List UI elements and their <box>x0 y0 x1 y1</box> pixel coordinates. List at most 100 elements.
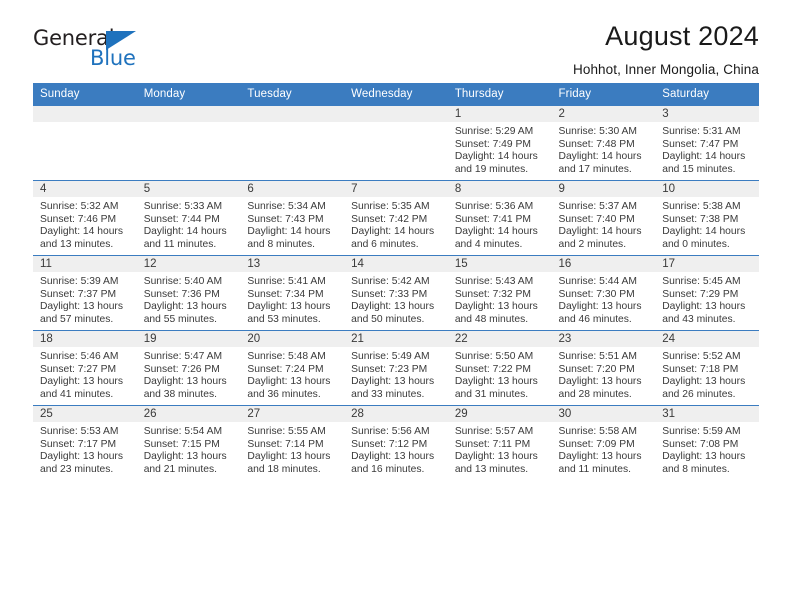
sunrise-text: Sunrise: 5:44 AM <box>558 276 637 287</box>
daylight-text-line2: and 26 minutes. <box>662 388 736 400</box>
calendar-day-cell[interactable]: 15 Sunrise: 5:43 AM Sunset: 7:32 PM Dayligh… <box>447 255 552 331</box>
day-details: Sunrise: 5:43 AM Sunset: 7:32 PM Daylight:… <box>448 272 552 326</box>
calendar-day-cell[interactable]: 7 Sunrise: 5:35 AM Sunset: 7:42 PM Daylight… <box>344 180 448 256</box>
sunset-text: Sunset: 7:08 PM <box>662 438 739 450</box>
daylight-text-line1: Daylight: 13 hours <box>247 451 331 463</box>
calendar-day-cell[interactable]: 25 Sunrise: 5:53 AM Sunset: 7:17 PM Dayligh… <box>33 405 137 480</box>
daylight-text-line1: Daylight: 14 hours <box>454 151 538 163</box>
calendar-page: General Blue August 2024 Hohhot, Inner M… <box>0 0 792 612</box>
sunset-text: Sunset: 7:20 PM <box>558 363 635 375</box>
calendar-week-row: 18 Sunrise: 5:46 AM Sunset: 7:27 PM Dayligh… <box>33 330 759 406</box>
calendar-day-cell[interactable]: 31 Sunrise: 5:59 AM Sunset: 7:08 PM Dayligh… <box>655 405 759 480</box>
day-details: Sunrise: 5:34 AM Sunset: 7:43 PM Daylight:… <box>240 197 344 251</box>
daylight-text-line2: and 55 minutes. <box>143 313 217 325</box>
calendar-day-cell[interactable]: 11 Sunrise: 5:39 AM Sunset: 7:37 PM Dayligh… <box>33 255 137 331</box>
day-details: Sunrise: 5:54 AM Sunset: 7:15 PM Daylight:… <box>137 422 241 476</box>
calendar-cell-empty <box>136 105 241 181</box>
calendar-day-cell[interactable]: 1 Sunrise: 5:29 AM Sunset: 7:49 PM Daylight… <box>447 105 552 181</box>
sunrise-text: Sunrise: 5:30 AM <box>558 126 637 137</box>
calendar-day-cell[interactable]: 10 Sunrise: 5:38 AM Sunset: 7:38 PM Dayligh… <box>655 180 759 256</box>
sunrise-text: Sunrise: 5:49 AM <box>351 351 430 362</box>
sunrise-text: Sunrise: 5:52 AM <box>662 351 741 362</box>
calendar-day-cell[interactable]: 22 Sunrise: 5:50 AM Sunset: 7:22 PM Dayligh… <box>447 330 552 406</box>
daylight-text-line1: Daylight: 13 hours <box>662 376 746 388</box>
calendar-day-cell[interactable]: 9 Sunrise: 5:37 AM Sunset: 7:40 PM Daylight… <box>551 180 656 256</box>
daylight-text-line1: Daylight: 13 hours <box>558 301 642 313</box>
sunrise-text: Sunrise: 5:39 AM <box>40 276 119 287</box>
day-number: 1 <box>447 106 552 122</box>
calendar-table: Sunday Monday Tuesday Wednesday Thursday Frid… <box>33 83 759 480</box>
calendar-day-cell[interactable]: 3 Sunrise: 5:31 AM Sunset: 7:47 PM Daylight… <box>655 105 759 181</box>
daylight-text-line1: Daylight: 14 hours <box>454 226 538 238</box>
day-details: Sunrise: 5:51 AM Sunset: 7:20 PM Daylight:… <box>552 347 656 401</box>
daylight-text-line2: and 33 minutes. <box>351 388 425 400</box>
calendar-body: 1 Sunrise: 5:29 AM Sunset: 7:49 PM Daylight… <box>33 105 759 480</box>
sunset-text: Sunset: 7:41 PM <box>454 213 531 225</box>
calendar-day-cell[interactable]: 24 Sunrise: 5:52 AM Sunset: 7:18 PM Dayligh… <box>655 330 759 406</box>
calendar-day-cell[interactable]: 2 Sunrise: 5:30 AM Sunset: 7:48 PM Daylight… <box>551 105 656 181</box>
sunrise-text: Sunrise: 5:29 AM <box>454 126 534 137</box>
weekday-header-tuesday: Tuesday <box>240 83 345 106</box>
day-number: 3 <box>655 106 759 122</box>
weekday-header-monday: Monday <box>136 83 241 106</box>
daylight-text-line2: and 16 minutes. <box>351 463 425 475</box>
sunrise-text: Sunrise: 5:42 AM <box>351 276 430 287</box>
sunset-text: Sunset: 7:17 PM <box>40 438 117 450</box>
sunset-text: Sunset: 7:18 PM <box>662 363 739 375</box>
daylight-text-line2: and 8 minutes. <box>662 463 730 475</box>
sunrise-text: Sunrise: 5:37 AM <box>558 201 637 212</box>
calendar-day-cell[interactable]: 19 Sunrise: 5:47 AM Sunset: 7:26 PM Dayligh… <box>136 330 241 406</box>
calendar-day-cell[interactable]: 16 Sunrise: 5:44 AM Sunset: 7:30 PM Dayligh… <box>551 255 656 331</box>
weekday-header-sunday: Sunday <box>33 83 137 106</box>
sunset-text: Sunset: 7:33 PM <box>351 288 428 300</box>
sunset-text: Sunset: 7:47 PM <box>662 138 739 150</box>
daylight-text-line1: Daylight: 13 hours <box>143 451 227 463</box>
sunset-text: Sunset: 7:26 PM <box>143 363 220 375</box>
daylight-text-line1: Daylight: 13 hours <box>143 376 227 388</box>
sunrise-text: Sunrise: 5:31 AM <box>662 126 741 137</box>
daylight-text-line1: Daylight: 14 hours <box>40 226 123 238</box>
calendar-day-cell[interactable]: 4 Sunrise: 5:32 AM Sunset: 7:46 PM Daylight… <box>33 180 137 256</box>
sunset-text: Sunset: 7:32 PM <box>454 288 531 300</box>
day-number: 23 <box>551 331 656 347</box>
day-details: Sunrise: 5:38 AM Sunset: 7:38 PM Daylight:… <box>655 197 759 251</box>
day-details: Sunrise: 5:52 AM Sunset: 7:18 PM Daylight:… <box>655 347 759 401</box>
sunrise-text: Sunrise: 5:53 AM <box>40 426 119 437</box>
weekday-header-wednesday: Wednesday <box>344 83 448 106</box>
calendar-day-cell[interactable]: 27 Sunrise: 5:55 AM Sunset: 7:14 PM Dayligh… <box>240 405 345 480</box>
title-block: August 2024 Hohhot, Inner Mongolia, Chin… <box>573 21 759 76</box>
calendar-day-cell[interactable]: 29 Sunrise: 5:57 AM Sunset: 7:11 PM Dayligh… <box>447 405 552 480</box>
day-number-strip <box>33 106 137 122</box>
calendar-day-cell[interactable]: 18 Sunrise: 5:46 AM Sunset: 7:27 PM Dayligh… <box>33 330 137 406</box>
calendar-day-cell[interactable]: 5 Sunrise: 5:33 AM Sunset: 7:44 PM Daylight… <box>136 180 241 256</box>
calendar-day-cell[interactable]: 30 Sunrise: 5:58 AM Sunset: 7:09 PM Dayligh… <box>551 405 656 480</box>
calendar-day-cell[interactable]: 20 Sunrise: 5:48 AM Sunset: 7:24 PM Dayligh… <box>240 330 345 406</box>
day-details: Sunrise: 5:32 AM Sunset: 7:46 PM Daylight:… <box>33 197 137 251</box>
sunrise-text: Sunrise: 5:45 AM <box>662 276 741 287</box>
day-details: Sunrise: 5:41 AM Sunset: 7:34 PM Daylight:… <box>240 272 344 326</box>
calendar-day-cell[interactable]: 8 Sunrise: 5:36 AM Sunset: 7:41 PM Daylight… <box>447 180 552 256</box>
sunrise-text: Sunrise: 5:46 AM <box>40 351 119 362</box>
calendar-day-cell[interactable]: 26 Sunrise: 5:54 AM Sunset: 7:15 PM Dayligh… <box>136 405 241 480</box>
daylight-text-line1: Daylight: 13 hours <box>40 451 123 463</box>
daylight-text-line2: and 13 minutes. <box>454 463 529 475</box>
day-details: Sunrise: 5:39 AM Sunset: 7:37 PM Daylight:… <box>33 272 137 326</box>
calendar-day-cell[interactable]: 21 Sunrise: 5:49 AM Sunset: 7:23 PM Dayligh… <box>344 330 448 406</box>
day-details: Sunrise: 5:45 AM Sunset: 7:29 PM Daylight:… <box>655 272 759 326</box>
calendar-day-cell[interactable]: 23 Sunrise: 5:51 AM Sunset: 7:20 PM Dayligh… <box>551 330 656 406</box>
weekday-header-saturday: Saturday <box>655 83 759 106</box>
day-details: Sunrise: 5:29 AM Sunset: 7:49 PM Daylight:… <box>448 122 552 176</box>
calendar-day-cell[interactable]: 12 Sunrise: 5:40 AM Sunset: 7:36 PM Dayligh… <box>136 255 241 331</box>
day-details: Sunrise: 5:35 AM Sunset: 7:42 PM Daylight:… <box>344 197 448 251</box>
day-number: 22 <box>447 331 552 347</box>
calendar-day-cell[interactable]: 28 Sunrise: 5:56 AM Sunset: 7:12 PM Dayligh… <box>344 405 448 480</box>
daylight-text-line1: Daylight: 13 hours <box>143 301 227 313</box>
calendar-day-cell[interactable]: 6 Sunrise: 5:34 AM Sunset: 7:43 PM Daylight… <box>240 180 345 256</box>
daylight-text-line2: and 11 minutes. <box>143 238 217 250</box>
day-details: Sunrise: 5:40 AM Sunset: 7:36 PM Daylight:… <box>137 272 241 326</box>
sunrise-text: Sunrise: 5:47 AM <box>143 351 223 362</box>
calendar-day-cell[interactable]: 13 Sunrise: 5:41 AM Sunset: 7:34 PM Dayligh… <box>240 255 345 331</box>
brand-logo[interactable]: General Blue <box>33 26 153 72</box>
calendar-day-cell[interactable]: 17 Sunrise: 5:45 AM Sunset: 7:29 PM Dayligh… <box>655 255 759 331</box>
calendar-day-cell[interactable]: 14 Sunrise: 5:42 AM Sunset: 7:33 PM Dayligh… <box>344 255 448 331</box>
